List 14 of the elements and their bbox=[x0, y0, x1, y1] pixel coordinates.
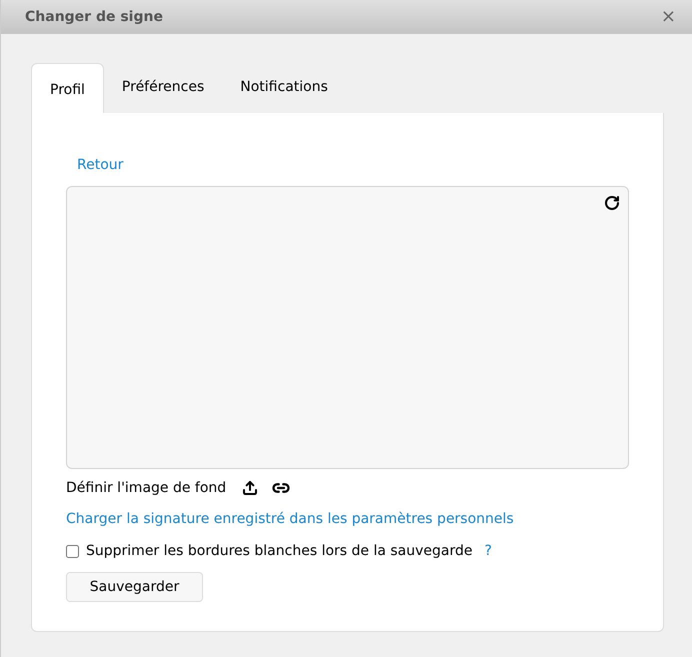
tab[interactable]: Notifications bbox=[222, 63, 346, 113]
window-title: Changer de signe bbox=[25, 8, 163, 26]
background-label: Définir l'image de fond bbox=[66, 478, 226, 498]
upload-icon[interactable] bbox=[242, 480, 258, 496]
refresh-icon[interactable] bbox=[604, 195, 620, 211]
load-signature-link[interactable]: Charger la signature enregistré dans les paramètres personnels bbox=[66, 509, 514, 530]
checkbox-label: Supprimer les bordures blanches lors de la sauvegarde bbox=[86, 542, 473, 560]
help-link[interactable]: ? bbox=[484, 540, 492, 562]
save-button[interactable]: Sauvegarder bbox=[66, 572, 203, 602]
checkbox[interactable] bbox=[66, 544, 79, 558]
tab[interactable]: Préférences bbox=[104, 63, 222, 113]
close-button[interactable]: × bbox=[660, 8, 676, 26]
back-link[interactable]: Retour bbox=[77, 155, 124, 176]
tab[interactable]: Profil bbox=[31, 63, 104, 113]
